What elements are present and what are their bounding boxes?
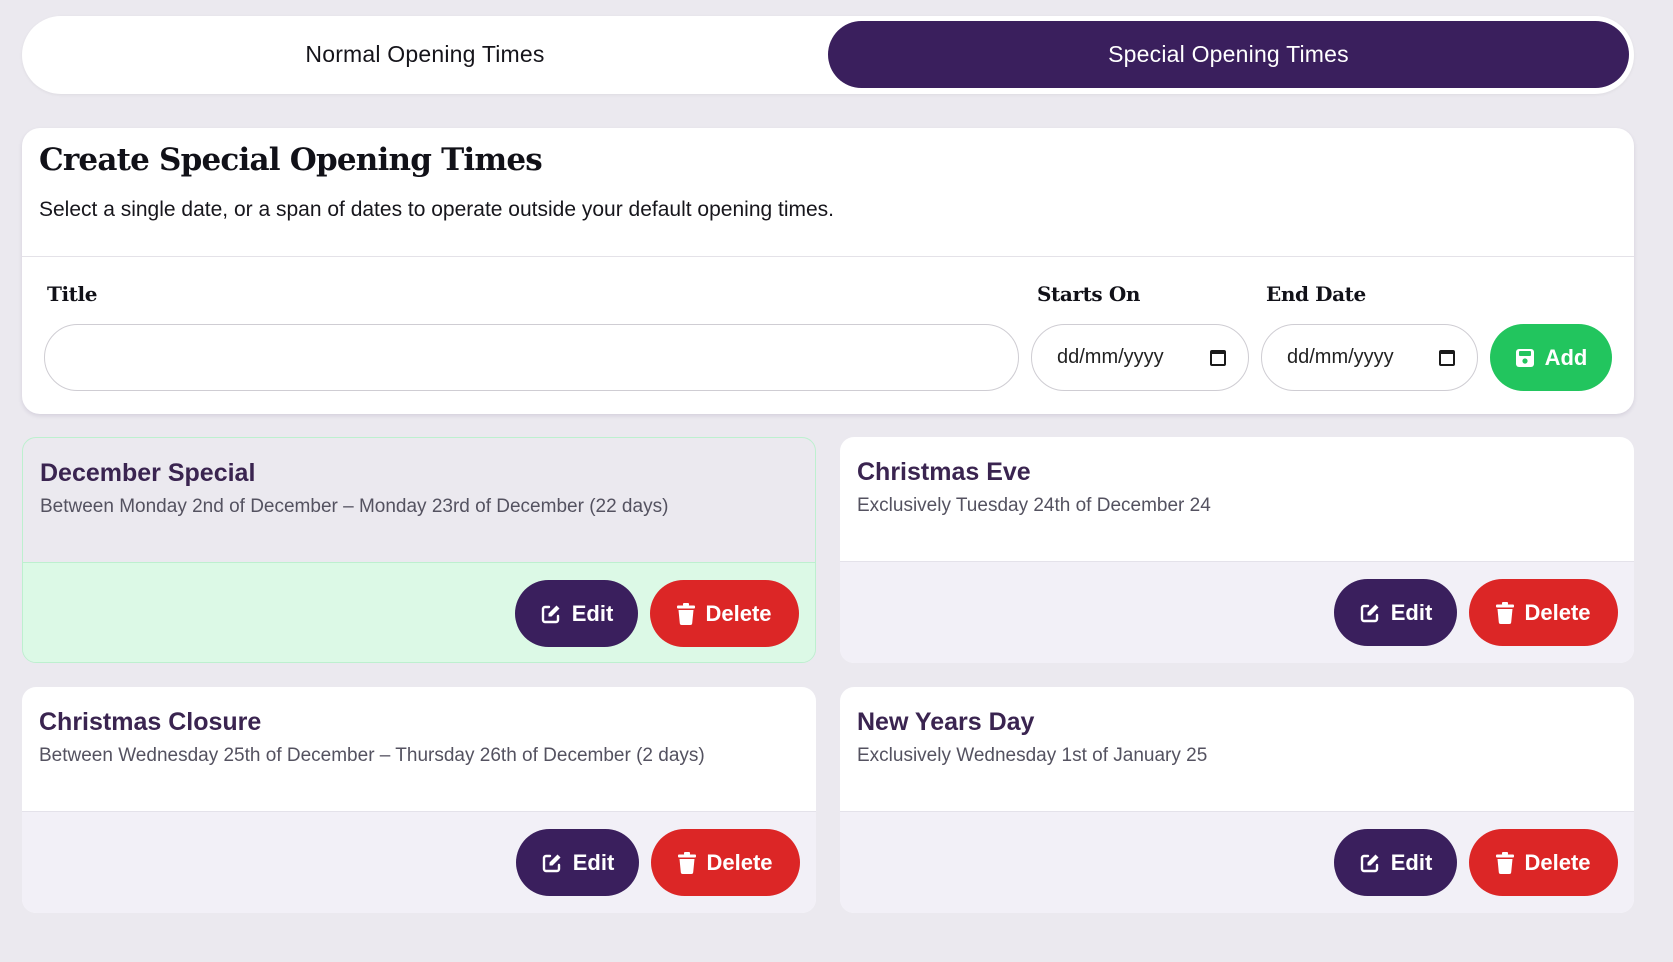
card-date-range: Between Monday 2nd of December – Monday … xyxy=(40,496,669,517)
edit-icon xyxy=(542,854,561,872)
edit-button[interactable]: Edit xyxy=(516,829,639,896)
delete-button[interactable]: Delete xyxy=(1469,579,1618,646)
save-icon xyxy=(1515,348,1534,367)
card-body: Christmas Closure Between Wednesday 25th… xyxy=(22,687,816,811)
edit-icon xyxy=(1360,604,1379,622)
edit-label: Edit xyxy=(571,600,614,626)
card-title: December Special xyxy=(40,459,256,487)
card-title: Christmas Closure xyxy=(39,708,262,736)
card-body: New Years Day Exclusively Wednesday 1st … xyxy=(840,687,1634,811)
special-opening-card: Christmas Eve Exclusively Tuesday 24th o… xyxy=(840,437,1634,663)
edit-icon xyxy=(541,605,560,623)
add-button[interactable]: Add xyxy=(1490,324,1612,391)
edit-label: Edit xyxy=(1390,599,1433,625)
delete-button[interactable]: Delete xyxy=(651,829,800,896)
calendar-icon[interactable] xyxy=(1210,349,1226,366)
card-date-range: Between Wednesday 25th of December – Thu… xyxy=(39,745,705,766)
card-footer: Edit Delete xyxy=(23,562,815,662)
card-body: Christmas Eve Exclusively Tuesday 24th o… xyxy=(840,437,1634,561)
trash-icon xyxy=(1496,601,1515,624)
divider xyxy=(22,256,1634,257)
delete-button[interactable]: Delete xyxy=(1469,829,1618,896)
create-special-opening-times-card: Create Special Opening Times Select a si… xyxy=(22,128,1634,414)
tab-normal-opening-times[interactable]: Normal Opening Times xyxy=(27,21,823,88)
starts-on-placeholder: dd/mm/yyyy xyxy=(1057,346,1164,368)
trash-icon xyxy=(677,602,696,625)
edit-button[interactable]: Edit xyxy=(1334,829,1457,896)
title-input[interactable] xyxy=(44,324,1019,391)
opening-times-tabs: Normal Opening Times Special Opening Tim… xyxy=(22,16,1634,94)
starts-on-date-input[interactable]: dd/mm/yyyy xyxy=(1031,324,1249,391)
delete-label: Delete xyxy=(705,600,772,626)
page-title: Create Special Opening Times xyxy=(39,142,543,178)
special-opening-card: Christmas Closure Between Wednesday 25th… xyxy=(22,687,816,913)
delete-button[interactable]: Delete xyxy=(650,580,799,647)
delete-label: Delete xyxy=(1524,599,1591,625)
add-label: Add xyxy=(1544,344,1588,370)
end-date-label: End Date xyxy=(1266,282,1366,306)
trash-icon xyxy=(678,851,697,874)
starts-on-label: Starts On xyxy=(1037,282,1141,306)
delete-label: Delete xyxy=(1524,849,1591,875)
edit-label: Edit xyxy=(1390,849,1433,875)
create-description: Select a single date, or a span of dates… xyxy=(39,198,835,221)
edit-button[interactable]: Edit xyxy=(515,580,638,647)
card-footer: Edit Delete xyxy=(840,561,1634,663)
edit-icon xyxy=(1360,854,1379,872)
trash-icon xyxy=(1496,851,1515,874)
edit-button[interactable]: Edit xyxy=(1334,579,1457,646)
special-opening-card: New Years Day Exclusively Wednesday 1st … xyxy=(840,687,1634,913)
end-date-placeholder: dd/mm/yyyy xyxy=(1287,346,1394,368)
card-title: New Years Day xyxy=(857,708,1035,736)
card-footer: Edit Delete xyxy=(840,811,1634,913)
end-date-input[interactable]: dd/mm/yyyy xyxy=(1261,324,1478,391)
card-date-range: Exclusively Wednesday 1st of January 25 xyxy=(857,745,1208,766)
delete-label: Delete xyxy=(706,849,773,875)
card-title: Christmas Eve xyxy=(857,458,1031,486)
card-date-range: Exclusively Tuesday 24th of December 24 xyxy=(857,495,1211,516)
calendar-icon[interactable] xyxy=(1439,349,1455,366)
special-opening-card: December Special Between Monday 2nd of D… xyxy=(22,437,816,663)
title-label: Title xyxy=(47,282,98,306)
edit-label: Edit xyxy=(572,849,615,875)
card-footer: Edit Delete xyxy=(22,811,816,913)
card-body: December Special Between Monday 2nd of D… xyxy=(23,438,815,562)
tab-special-opening-times[interactable]: Special Opening Times xyxy=(828,21,1629,88)
